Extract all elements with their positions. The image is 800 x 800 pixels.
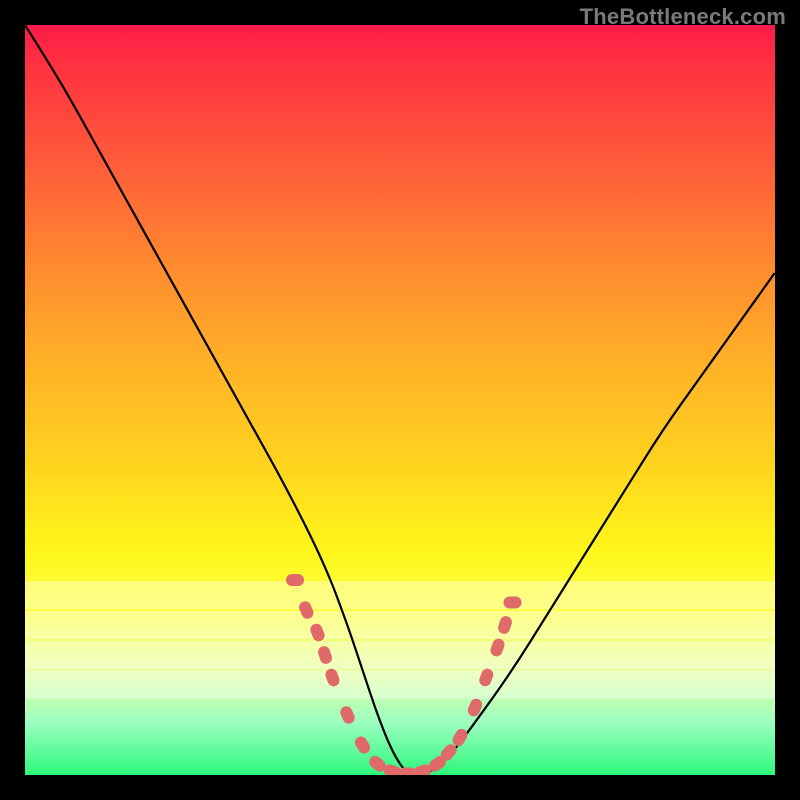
curve-marker (324, 667, 342, 688)
curve-marker (286, 574, 304, 586)
curve-marker (489, 637, 506, 658)
bottleneck-curve (25, 25, 775, 775)
curve-svg (25, 25, 775, 775)
curve-marker (504, 597, 522, 609)
curve-marker (338, 704, 356, 725)
chart-frame: TheBottleneck.com (0, 0, 800, 800)
curve-marker (297, 599, 315, 620)
curve-marker (316, 645, 333, 666)
curve-marker (478, 667, 496, 688)
curve-marker (353, 734, 373, 756)
watermark-text: TheBottleneck.com (580, 4, 786, 30)
curve-marker (496, 615, 513, 636)
curve-markers (286, 574, 522, 775)
curve-marker (309, 622, 327, 643)
plot-area (25, 25, 775, 775)
